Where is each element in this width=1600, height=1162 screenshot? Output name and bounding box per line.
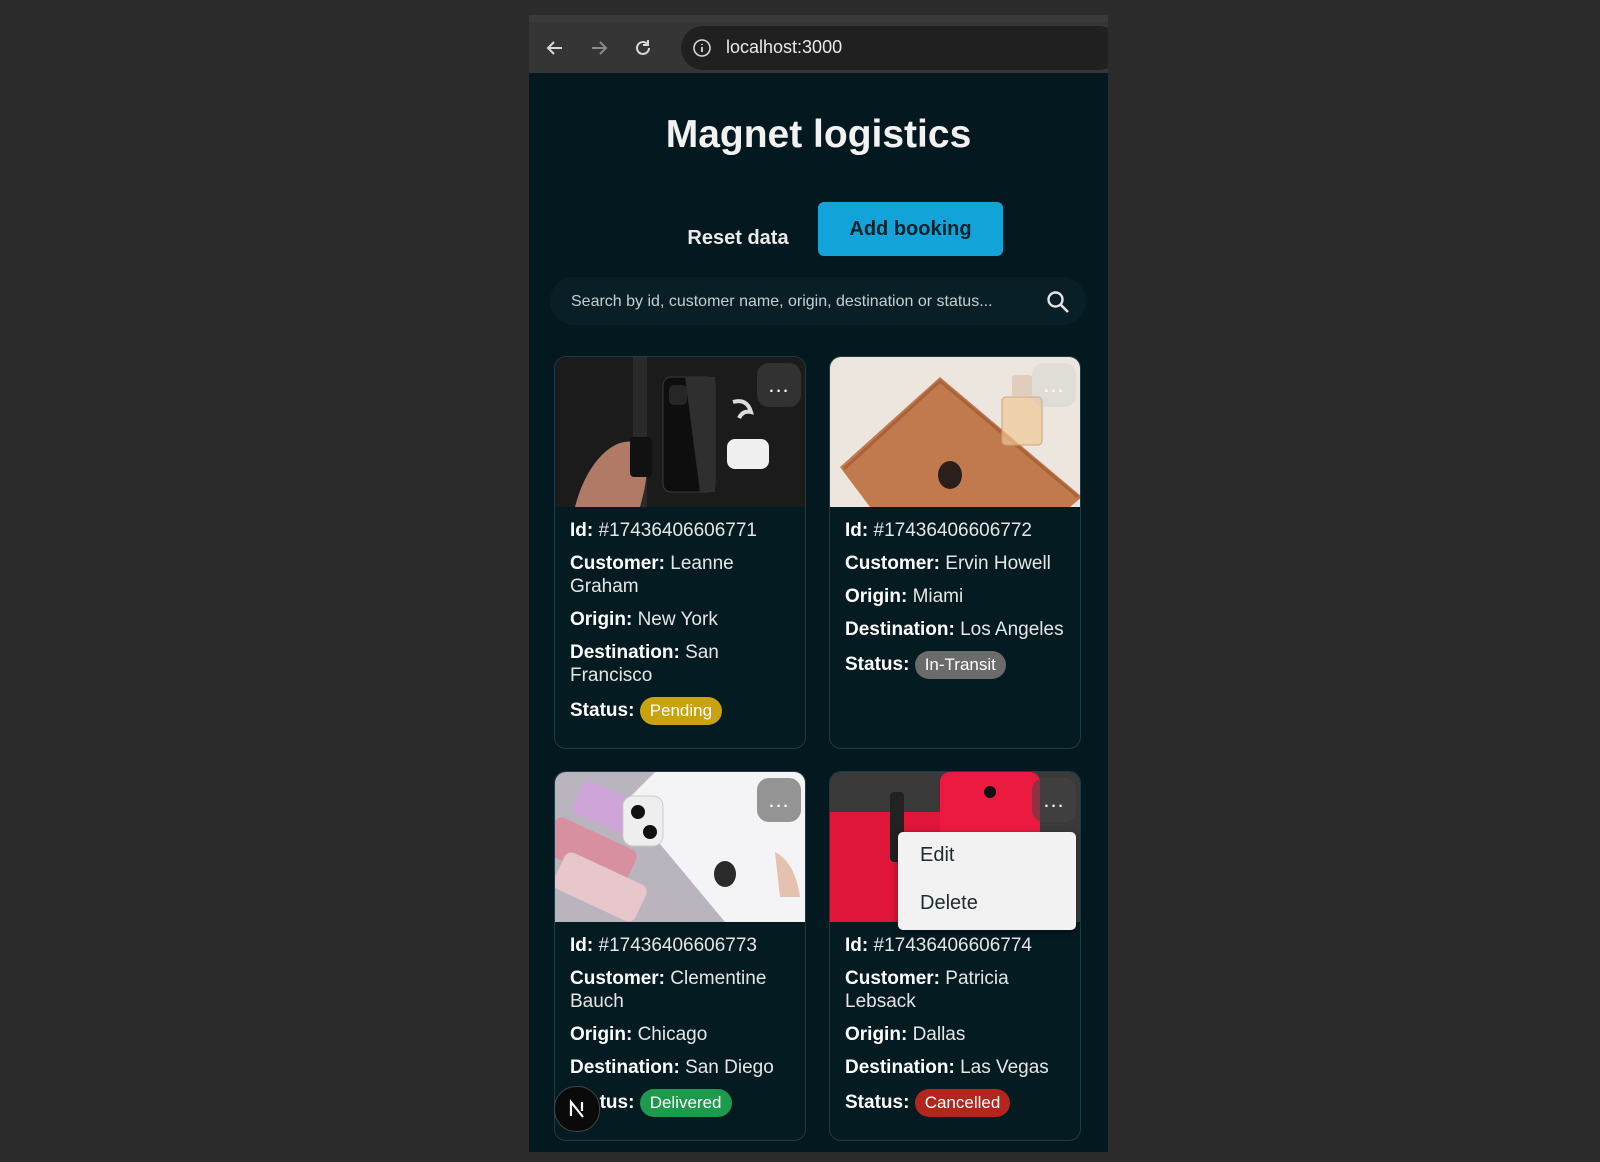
booking-card: ... Id: #17436406606771 Customer: Leanne… [554,356,806,749]
id-label: Id: [845,935,869,956]
customer-label: Customer: [570,968,666,989]
more-options-button[interactable]: ... [757,363,801,407]
more-options-icon: ... [768,787,790,812]
booking-card: ... Id: #17436406606773 Customer: Clemen… [554,771,806,1141]
booking-card: ... Id: #17436406606772 Customer: Ervin … [829,356,1081,749]
more-options-icon: ... [1043,787,1065,812]
destination-label: Destination: [570,1057,680,1078]
origin: Miami [912,586,964,607]
search-input[interactable] [569,290,1033,314]
back-arrow-icon[interactable] [541,34,569,62]
booking-id: #17436406606774 [873,935,1033,956]
id-label: Id: [570,935,594,956]
search-icon[interactable] [1045,289,1071,315]
destination: Las Vegas [960,1057,1049,1078]
destination-label: Destination: [570,642,680,663]
context-menu: Edit Delete [898,832,1076,930]
more-options-button[interactable]: ... [1032,778,1076,822]
page-title: Magnet logistics [665,113,972,156]
origin: Chicago [637,1024,708,1045]
browser-toolbar: localhost:3000 [529,15,1108,73]
reload-icon[interactable] [629,34,657,62]
status-label: Status: [845,654,910,675]
status-label: Status: [570,700,635,721]
booking-card: ... Id: #17436406606774 Customer: Patric… [829,771,1081,1141]
nextjs-dev-indicator[interactable] [554,1086,600,1132]
customer-label: Customer: [570,553,666,574]
origin: Dallas [912,1024,966,1045]
origin: New York [637,609,718,630]
more-options-button[interactable]: ... [1032,363,1076,407]
booking-details: Id: #17436406606772 Customer: Ervin Howe… [845,519,1070,689]
status-badge: Cancelled [914,1089,1011,1117]
origin-label: Origin: [570,609,633,630]
booking-id: #17436406606772 [873,520,1033,541]
add-booking-button[interactable]: Add booking [818,202,1003,256]
menu-item-edit[interactable]: Edit [920,844,954,867]
booking-id: #17436406606773 [598,935,758,956]
booking-details: Id: #17436406606774 Customer: Patricia L… [845,934,1070,1127]
info-icon[interactable] [691,37,713,59]
nextjs-logo-icon [569,1098,584,1118]
status-label: Status: [845,1092,910,1113]
customer-name: Ervin Howell [945,553,1051,574]
id-label: Id: [570,520,594,541]
menu-item-delete[interactable]: Delete [920,892,978,915]
search-bar [550,277,1086,325]
destination-label: Destination: [845,619,955,640]
destination: San Diego [685,1057,774,1078]
address-bar[interactable]: localhost:3000 [681,26,1108,70]
more-options-icon: ... [768,372,790,397]
customer-label: Customer: [845,968,941,989]
more-options-button[interactable]: ... [757,778,801,822]
origin-label: Origin: [570,1024,633,1045]
forward-arrow-icon[interactable] [585,34,613,62]
status-badge: Delivered [639,1089,732,1117]
url-text: localhost:3000 [726,37,843,57]
status-badge: In-Transit [914,651,1006,679]
id-label: Id: [845,520,869,541]
customer-label: Customer: [845,553,941,574]
destination: Los Angeles [960,619,1064,640]
origin-label: Origin: [845,1024,908,1045]
booking-details: Id: #17436406606773 Customer: Clementine… [570,934,795,1127]
more-options-icon: ... [1043,372,1065,397]
status-badge: Pending [639,697,723,725]
booking-details: Id: #17436406606771 Customer: Leanne Gra… [570,519,795,735]
origin-label: Origin: [845,586,908,607]
destination-label: Destination: [845,1057,955,1078]
booking-id: #17436406606771 [598,520,758,541]
reset-data-button[interactable]: Reset data [659,211,817,265]
